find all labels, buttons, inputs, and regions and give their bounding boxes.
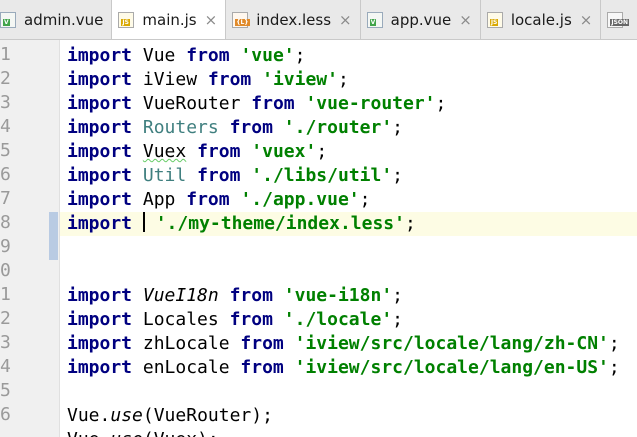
line-number: 5 xyxy=(0,380,11,401)
line-number-gutter: 1 2 3 4 5 6 7 8 9 0 1 2 3 4 5 6 xyxy=(0,40,60,437)
vcs-change-marker xyxy=(49,212,58,260)
line-number: 6 xyxy=(0,404,11,425)
tab-locale-js[interactable]: JS locale.js × xyxy=(481,0,602,39)
line-number: 1 xyxy=(0,44,11,65)
close-icon[interactable]: × xyxy=(459,11,472,29)
line-number: 1 xyxy=(0,284,11,305)
editor-tab-bar: V admin.vue JS main.js × {L} index.less … xyxy=(0,0,637,40)
json-file-icon: JSON xyxy=(607,11,630,28)
line-number: 6 xyxy=(0,164,11,185)
line-number: 4 xyxy=(0,356,11,377)
line-number: 2 xyxy=(0,308,11,329)
code-line: import Vue from 'vue'; xyxy=(67,45,306,66)
code-editor[interactable]: import Vue from 'vue'; import iView from… xyxy=(60,40,637,437)
code-line: import Locales from './locale'; xyxy=(67,309,403,330)
tab-app-vue[interactable]: V app.vue × xyxy=(361,0,481,39)
code-line: import Vuex from 'vuex'; xyxy=(67,141,328,162)
line-number: 3 xyxy=(0,92,11,113)
code-line: import Util from './libs/util'; xyxy=(67,165,404,186)
less-file-icon: {L} xyxy=(232,11,250,28)
code-line: import App from './app.vue'; xyxy=(67,189,371,210)
line-number: 2 xyxy=(0,68,11,89)
tab-json[interactable]: JSON xyxy=(601,0,637,39)
line-number: 7 xyxy=(0,188,11,209)
line-number: 3 xyxy=(0,332,11,353)
tab-admin-vue[interactable]: V admin.vue xyxy=(0,0,113,39)
tab-label: main.js xyxy=(142,10,197,29)
line-number: 4 xyxy=(0,116,11,137)
js-file-icon: JS xyxy=(118,11,135,28)
tab-index-less[interactable]: {L} index.less × xyxy=(226,0,361,39)
close-icon[interactable]: × xyxy=(339,11,352,29)
code-line: import './my-theme/index.less'; xyxy=(67,212,416,234)
line-number: 0 xyxy=(0,260,11,281)
tab-label: admin.vue xyxy=(24,10,104,29)
code-line: import enLocale from 'iview/src/locale/l… xyxy=(67,357,620,378)
text-caret xyxy=(142,212,145,232)
line-number: 8 xyxy=(0,212,11,233)
vue-file-icon: V xyxy=(0,11,16,28)
js-file-icon: JS xyxy=(486,11,503,28)
code-line: Vue.use(Vuex); xyxy=(67,428,219,437)
close-icon[interactable]: × xyxy=(580,11,593,29)
tab-label: app.vue xyxy=(390,10,452,29)
code-line: import zhLocale from 'iview/src/locale/l… xyxy=(67,333,620,354)
code-line: import VueRouter from 'vue-router'; xyxy=(67,93,447,114)
tab-main-js[interactable]: JS main.js × xyxy=(112,0,227,39)
code-line: import VueI18n from 'vue-i18n'; xyxy=(67,285,403,306)
line-number: 5 xyxy=(0,140,11,161)
tab-label: index.less xyxy=(256,10,332,29)
line-number: 9 xyxy=(0,236,11,257)
code-line: import Routers from './router'; xyxy=(67,117,403,138)
vue-file-icon: V xyxy=(366,11,383,28)
close-icon[interactable]: × xyxy=(205,11,218,29)
code-line: import iView from 'iview'; xyxy=(67,69,349,90)
code-line: Vue.use(VueRouter); xyxy=(67,405,273,426)
tab-label: locale.js xyxy=(510,10,572,29)
